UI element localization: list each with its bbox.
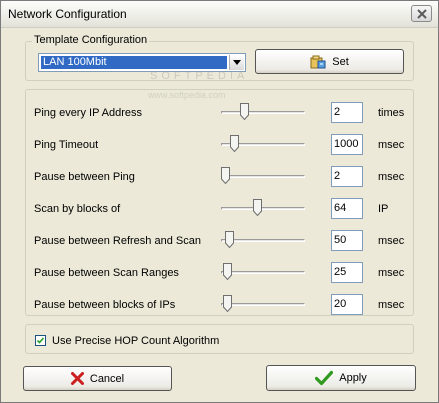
setting-unit: msec [378, 267, 405, 279]
slider-thumb[interactable] [221, 167, 230, 184]
template-selected-value: LAN 100Mbit [41, 56, 227, 69]
checkmark-icon [315, 370, 334, 386]
setting-slider[interactable] [221, 103, 305, 121]
slider-track [221, 175, 305, 178]
cancel-button-label: Cancel [89, 372, 125, 385]
setting-slider[interactable] [221, 135, 305, 153]
slider-thumb[interactable] [223, 295, 232, 312]
setting-label: Ping every IP Address [34, 107, 143, 119]
slider-thumb[interactable] [240, 103, 249, 120]
setting-slider[interactable] [221, 231, 305, 249]
set-button[interactable]: Set [255, 49, 404, 74]
apply-button[interactable]: Apply [266, 365, 416, 391]
setting-slider[interactable] [221, 167, 305, 185]
setting-unit: msec [378, 235, 405, 247]
setting-value-input[interactable]: 25 [331, 262, 363, 283]
setting-slider[interactable] [221, 295, 305, 313]
cancel-button[interactable]: Cancel [23, 366, 172, 391]
setting-unit: msec [378, 171, 405, 183]
slider-track [221, 271, 305, 274]
setting-value-input[interactable]: 2 [331, 102, 363, 123]
setting-label: Pause between Ping [34, 171, 135, 183]
slider-thumb[interactable] [223, 263, 232, 280]
close-icon [417, 9, 427, 19]
checkmark-icon [36, 337, 45, 344]
cancel-x-icon [70, 372, 84, 385]
template-configuration-label: Template Configuration [32, 34, 150, 46]
setting-value-input[interactable]: 64 [331, 198, 363, 219]
setting-value-input[interactable]: 50 [331, 230, 363, 251]
template-set-icon [310, 55, 326, 68]
setting-unit: msec [378, 139, 405, 151]
setting-unit: IP [378, 203, 389, 215]
setting-label: Scan by blocks of [34, 203, 121, 215]
apply-button-label: Apply [339, 372, 367, 384]
slider-track [221, 303, 305, 306]
slider-thumb[interactable] [253, 199, 262, 216]
chevron-down-icon [233, 60, 241, 65]
setting-label: Pause between blocks of IPs [34, 299, 176, 311]
close-button[interactable] [411, 5, 432, 22]
setting-slider[interactable] [221, 263, 305, 281]
setting-label: Ping Timeout [34, 139, 99, 151]
setting-label: Pause between Refresh and Scan [34, 235, 201, 247]
set-button-label: Set [332, 55, 349, 68]
setting-value-input[interactable]: 2 [331, 166, 363, 187]
dropdown-button[interactable] [229, 55, 244, 70]
slider-thumb[interactable] [230, 135, 239, 152]
window-title: Network Configuration [8, 7, 127, 21]
setting-label: Pause between Scan Ranges [34, 267, 179, 279]
setting-unit: times [378, 107, 405, 119]
title-bar[interactable]: Network Configuration [1, 1, 438, 28]
slider-track [221, 207, 305, 210]
setting-value-input[interactable]: 1000 [331, 134, 363, 155]
slider-track [221, 111, 305, 114]
setting-slider[interactable] [221, 199, 305, 217]
template-select[interactable]: LAN 100Mbit [38, 53, 246, 72]
precise-hop-label: Use Precise HOP Count Algorithm [52, 335, 220, 347]
setting-unit: msec [378, 299, 405, 311]
precise-hop-checkbox[interactable] [35, 335, 46, 346]
setting-value-input[interactable]: 20 [331, 294, 363, 315]
slider-thumb[interactable] [225, 231, 234, 248]
